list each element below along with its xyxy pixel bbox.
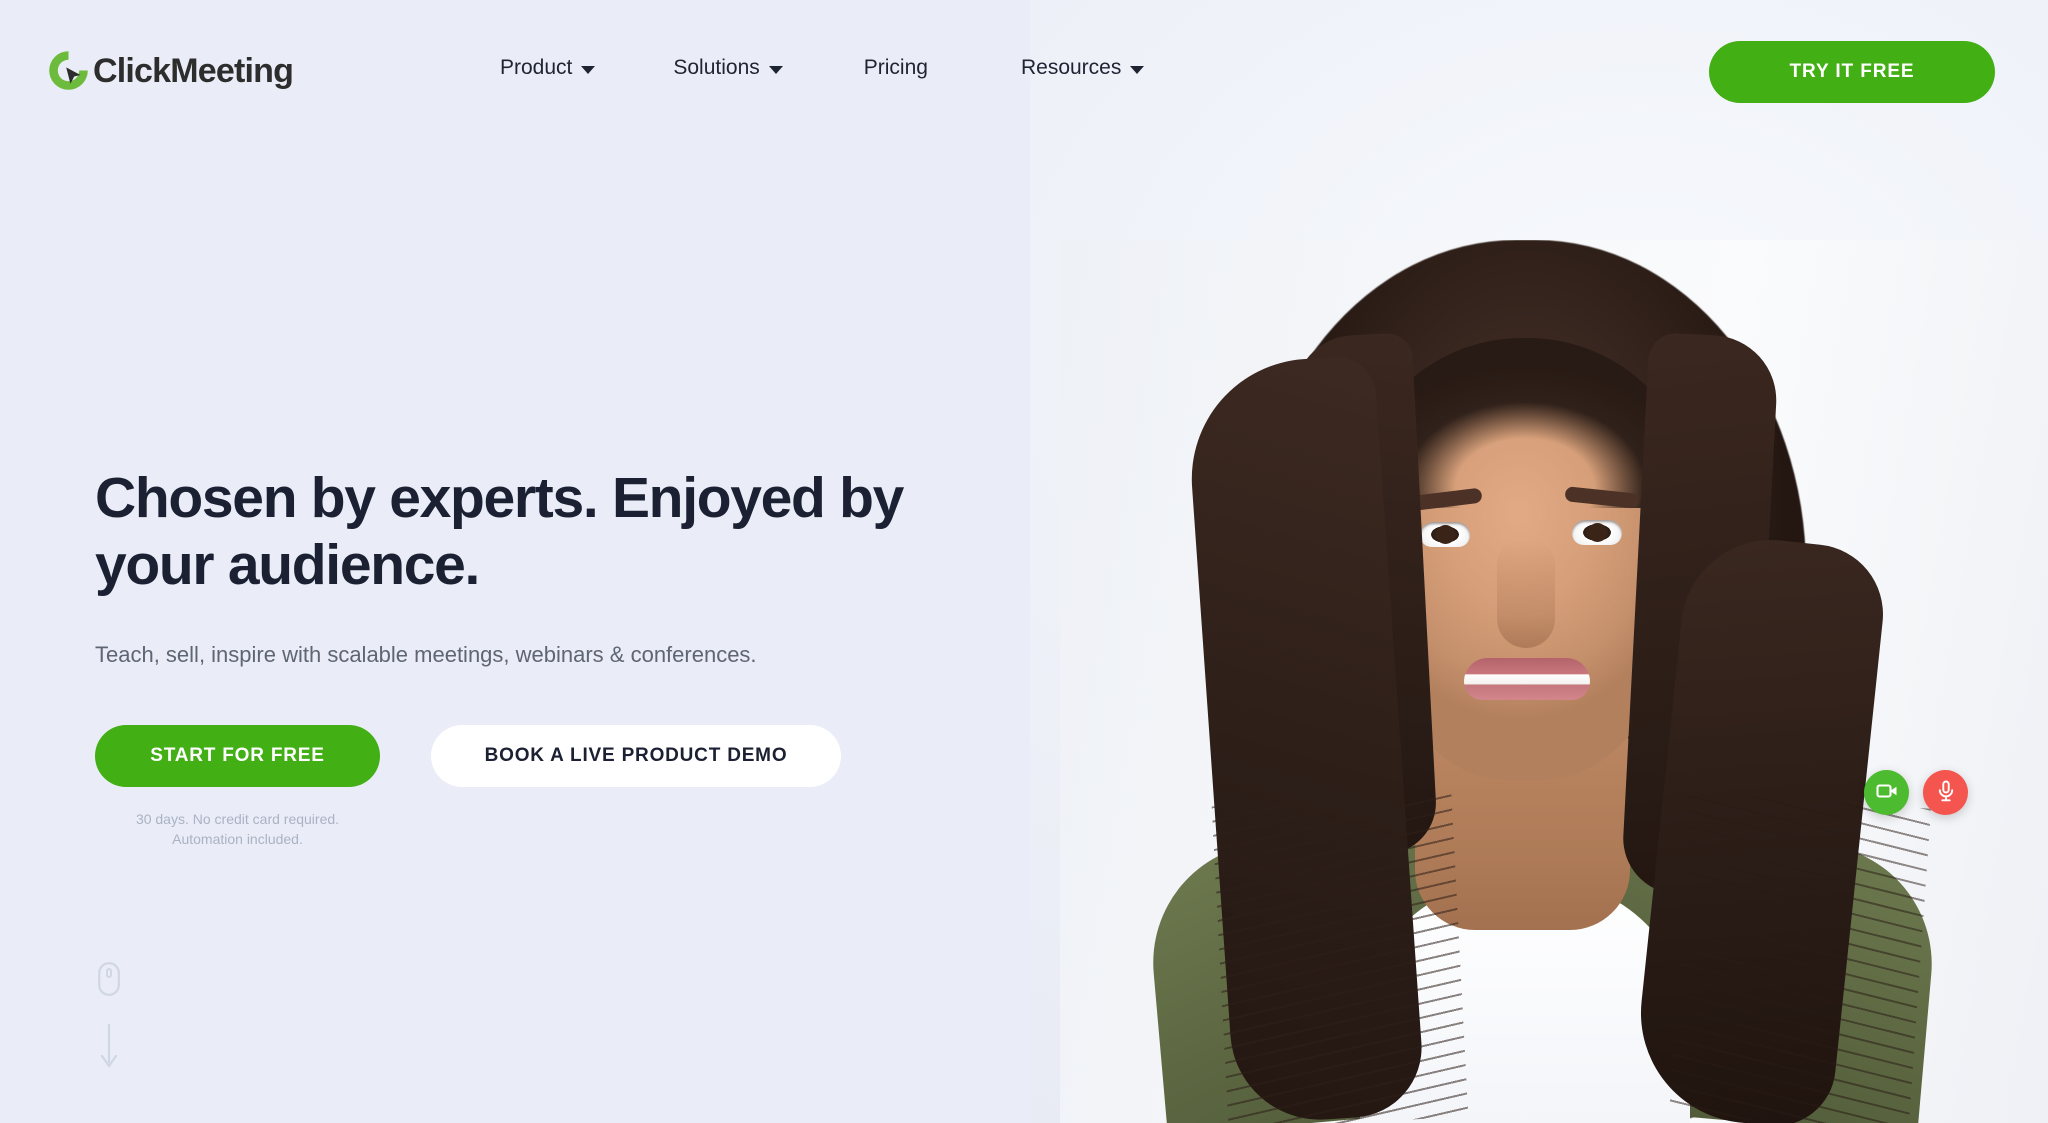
book-demo-button[interactable]: BOOK A LIVE PRODUCT DEMO bbox=[431, 724, 841, 787]
nav-item-product[interactable]: Product bbox=[500, 56, 596, 80]
hero-finenote: 30 days. No credit card required. Automa… bbox=[95, 809, 380, 850]
chevron-down-icon bbox=[1130, 66, 1145, 74]
hero-content: Chosen by experts. Enjoyed by your audie… bbox=[95, 465, 995, 849]
camera-toggle-button[interactable] bbox=[1864, 770, 1909, 815]
nav-item-solutions[interactable]: Solutions bbox=[673, 56, 783, 80]
hair-wisps-right bbox=[1669, 792, 1931, 1123]
finenote-line-1: 30 days. No credit card required. bbox=[135, 810, 340, 827]
brand-name: ClickMeeting bbox=[93, 51, 294, 90]
page-title: Chosen by experts. Enjoyed by your audie… bbox=[95, 466, 904, 598]
video-camera-icon bbox=[1875, 779, 1899, 806]
mouth bbox=[1464, 658, 1590, 700]
nav-label: Pricing bbox=[863, 56, 928, 79]
hero-subtitle: Teach, sell, inspire with scalable meeti… bbox=[95, 641, 757, 667]
scroll-down-hint[interactable] bbox=[98, 962, 120, 1074]
hero-cta-row: START FOR FREE BOOK A LIVE PRODUCT DEMO bbox=[95, 724, 995, 787]
main-navigation: Product Solutions Pricing Resources bbox=[500, 56, 1145, 80]
nav-item-pricing[interactable]: Pricing bbox=[864, 56, 928, 80]
nose bbox=[1497, 540, 1555, 648]
pupil-left bbox=[1436, 525, 1455, 544]
chevron-down-icon bbox=[768, 66, 783, 74]
call-controls bbox=[1864, 770, 1968, 815]
microphone-icon bbox=[1934, 779, 1958, 806]
finenote-line-2: Automation included. bbox=[172, 830, 303, 847]
microphone-toggle-button[interactable] bbox=[1923, 770, 1968, 815]
mouse-scroll-icon bbox=[98, 962, 120, 1001]
pupil-right bbox=[1588, 523, 1607, 542]
nav-label: Solutions bbox=[673, 56, 760, 79]
landing-page: ClickMeeting Product Solutions Pricing R… bbox=[0, 0, 2048, 1123]
site-header: ClickMeeting Product Solutions Pricing R… bbox=[0, 0, 2048, 120]
hair-wisps-left bbox=[1211, 793, 1469, 1123]
brand-logo[interactable]: ClickMeeting bbox=[46, 48, 294, 93]
nav-item-resources[interactable]: Resources bbox=[1020, 56, 1145, 80]
nav-label: Product bbox=[500, 56, 573, 79]
nav-label: Resources bbox=[1020, 56, 1122, 79]
clickmeeting-cursor-logo-icon bbox=[46, 48, 91, 93]
try-it-free-button[interactable]: TRY IT FREE bbox=[1709, 41, 1995, 103]
chevron-down-icon bbox=[581, 66, 596, 74]
arrow-down-icon bbox=[99, 1023, 119, 1074]
start-for-free-button[interactable]: START FOR FREE bbox=[95, 724, 380, 787]
portrait-photo bbox=[1060, 240, 2048, 1123]
